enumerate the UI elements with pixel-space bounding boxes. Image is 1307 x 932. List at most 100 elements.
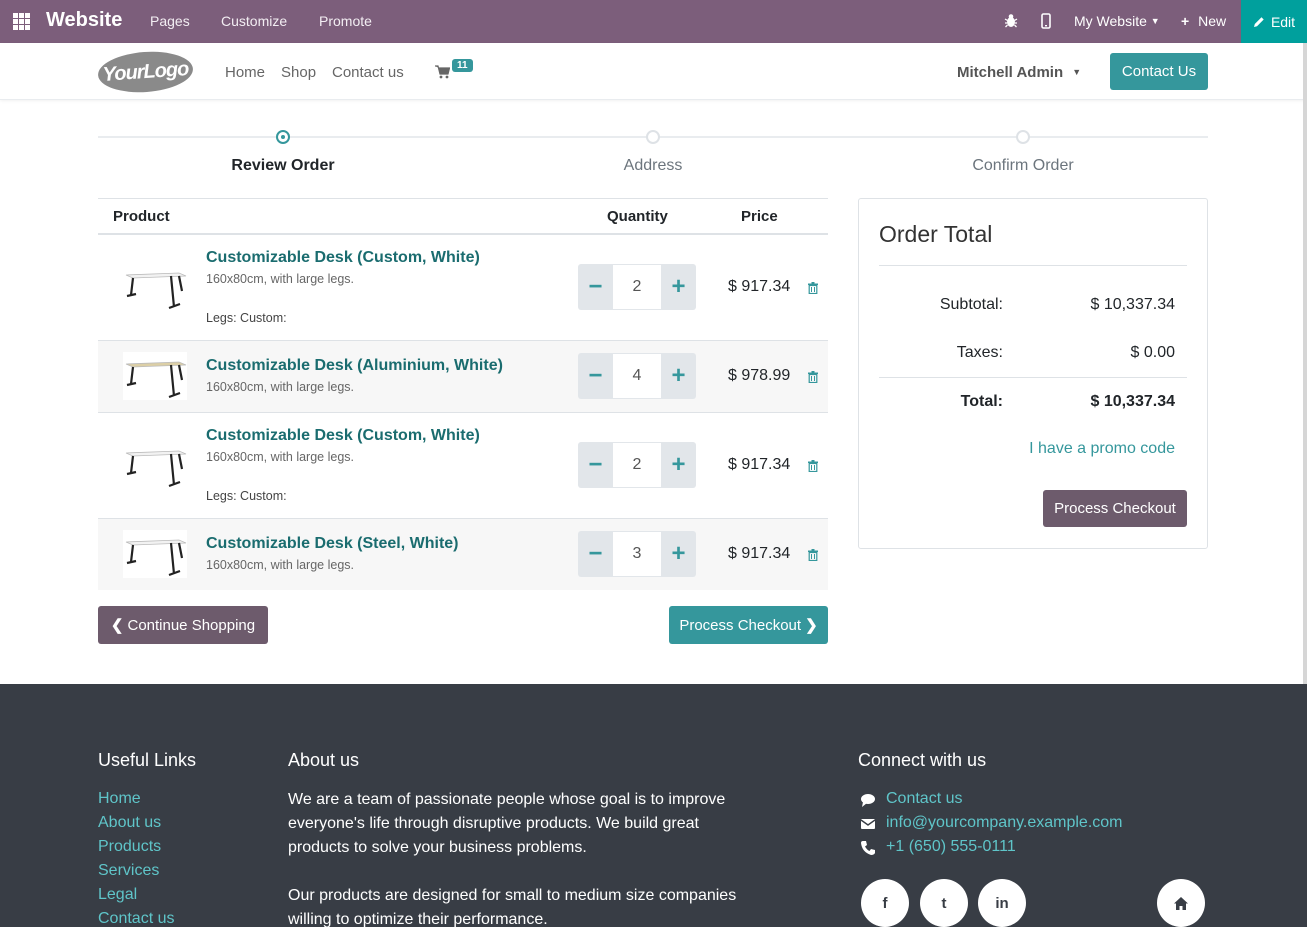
new-label: New: [1198, 13, 1227, 29]
comment-icon: [861, 794, 875, 807]
footer-link-home[interactable]: Home: [98, 790, 141, 808]
cart-line: Customizable Desk (Aluminium, White) 160…: [98, 341, 828, 413]
product-attribute: Legs: Custom:: [206, 311, 287, 325]
quantity-stepper: − 4 +: [578, 353, 696, 399]
shopping-cart-icon[interactable]: [435, 65, 450, 79]
taxes-value: $ 0.00: [1130, 344, 1175, 361]
step-confirm-order: Confirm Order: [972, 157, 1074, 174]
total-value: $ 10,337.34: [1090, 393, 1175, 410]
trash-icon[interactable]: [807, 371, 819, 383]
chevron-left-icon: ❮: [110, 617, 124, 634]
chevron-right-icon: ❯: [805, 617, 818, 634]
decrease-quantity-button[interactable]: −: [578, 531, 613, 577]
header-product: Product: [113, 208, 170, 225]
step-dot-confirm: [1016, 130, 1030, 144]
caret-down-icon: ▼: [1072, 67, 1082, 77]
email-link[interactable]: info@yourcompany.example.com: [886, 814, 1123, 832]
product-description: 160x80cm, with large legs.: [206, 450, 354, 464]
linkedin-icon[interactable]: in: [978, 879, 1026, 927]
product-description: 160x80cm, with large legs.: [206, 558, 354, 572]
continue-shopping-button[interactable]: ❮ Continue Shopping: [98, 606, 268, 644]
plus-icon: +: [1181, 13, 1190, 29]
quantity-input[interactable]: 2: [613, 442, 661, 488]
quantity-input[interactable]: 4: [613, 353, 661, 399]
phone-link[interactable]: +1 (650) 555-0111: [886, 838, 1016, 856]
new-button[interactable]: + New: [1181, 13, 1226, 29]
trash-icon[interactable]: [807, 460, 819, 472]
quantity-input[interactable]: 2: [613, 264, 661, 310]
page-scrollbar[interactable]: [1303, 43, 1307, 713]
line-price: $ 978.99: [728, 367, 791, 384]
admin-navbar: Website Pages Customize Promote My Websi…: [0, 0, 1307, 43]
footer-link-contact-us[interactable]: Contact us: [98, 910, 174, 928]
menu-customize[interactable]: Customize: [221, 13, 287, 29]
footer-link-legal[interactable]: Legal: [98, 886, 137, 904]
promo-code-link[interactable]: I have a promo code: [1029, 440, 1175, 458]
cart-line: Customizable Desk (Custom, White) 160x80…: [98, 235, 828, 341]
subtotal-value: $ 10,337.34: [1090, 296, 1175, 313]
product-thumbnail[interactable]: [123, 441, 187, 489]
home-icon[interactable]: [1157, 879, 1205, 927]
phone-icon: [861, 841, 875, 855]
about-us-paragraph: We are a team of passionate people whose…: [288, 791, 726, 856]
footer-link-about-us[interactable]: About us: [98, 814, 161, 832]
increase-quantity-button[interactable]: +: [661, 531, 696, 577]
nav-shop[interactable]: Shop: [281, 64, 316, 81]
decrease-quantity-button[interactable]: −: [578, 353, 613, 399]
product-name-link[interactable]: Customizable Desk (Custom, White): [206, 249, 480, 267]
facebook-icon[interactable]: f: [861, 879, 909, 927]
divider: [879, 265, 1187, 266]
decrease-quantity-button[interactable]: −: [578, 264, 613, 310]
edit-label: Edit: [1270, 13, 1296, 30]
process-checkout-button[interactable]: Process Checkout ❯: [669, 606, 828, 644]
apps-grid-icon[interactable]: [13, 13, 30, 30]
product-name-link[interactable]: Customizable Desk (Steel, White): [206, 535, 459, 553]
header-quantity: Quantity: [607, 208, 668, 225]
trash-icon[interactable]: [807, 282, 819, 294]
site-header: YourLogo Home Shop Contact us 11 Mitchel…: [0, 43, 1307, 100]
trash-icon[interactable]: [807, 549, 819, 561]
footer-link-products[interactable]: Products: [98, 838, 161, 856]
product-thumbnail[interactable]: [123, 352, 187, 400]
cart-table-header: Product Quantity Price: [98, 198, 828, 235]
quantity-input[interactable]: 3: [613, 531, 661, 577]
admin-brand[interactable]: Website: [46, 9, 122, 32]
line-price: $ 917.34: [728, 278, 791, 295]
cart-line: Customizable Desk (Custom, White) 160x80…: [98, 413, 828, 519]
menu-promote[interactable]: Promote: [319, 13, 372, 29]
menu-pages[interactable]: Pages: [150, 13, 190, 29]
increase-quantity-button[interactable]: +: [661, 264, 696, 310]
increase-quantity-button[interactable]: +: [661, 353, 696, 399]
footer-link-services[interactable]: Services: [98, 862, 159, 880]
product-attribute: Legs: Custom:: [206, 489, 287, 503]
process-checkout-label: Process Checkout: [679, 616, 802, 634]
footer: Useful Links Home About us Products Serv…: [0, 684, 1307, 928]
edit-button[interactable]: Edit: [1241, 0, 1307, 43]
decrease-quantity-button[interactable]: −: [578, 442, 613, 488]
envelope-icon: [860, 819, 876, 829]
nav-contact-us[interactable]: Contact us: [332, 64, 404, 81]
twitter-icon[interactable]: t: [920, 879, 968, 927]
product-name-link[interactable]: Customizable Desk (Custom, White): [206, 427, 480, 445]
step-dot-address: [646, 130, 660, 144]
step-address: Address: [623, 157, 683, 174]
user-menu[interactable]: Mitchell Admin ▼: [957, 64, 1081, 81]
product-thumbnail[interactable]: [123, 530, 187, 578]
contact-us-link[interactable]: Contact us: [886, 790, 962, 808]
user-name: Mitchell Admin: [957, 64, 1064, 81]
contact-us-button[interactable]: Contact Us: [1110, 53, 1208, 90]
home-glyph: [1174, 896, 1188, 910]
logo-text: YourLogo: [101, 57, 189, 86]
continue-shopping-label: Continue Shopping: [127, 616, 256, 634]
my-website-dropdown[interactable]: My Website ▼: [1074, 13, 1160, 29]
order-total-title: Order Total: [879, 221, 993, 247]
taxes-label: Taxes:: [956, 344, 1003, 361]
bug-icon[interactable]: [1004, 13, 1018, 28]
nav-home[interactable]: Home: [225, 64, 265, 81]
card-process-checkout-button[interactable]: Process Checkout: [1043, 490, 1187, 527]
mobile-preview-icon[interactable]: [1041, 13, 1051, 29]
increase-quantity-button[interactable]: +: [661, 442, 696, 488]
company-logo[interactable]: YourLogo: [96, 48, 195, 96]
product-thumbnail[interactable]: [123, 263, 187, 311]
product-name-link[interactable]: Customizable Desk (Aluminium, White): [206, 357, 503, 375]
